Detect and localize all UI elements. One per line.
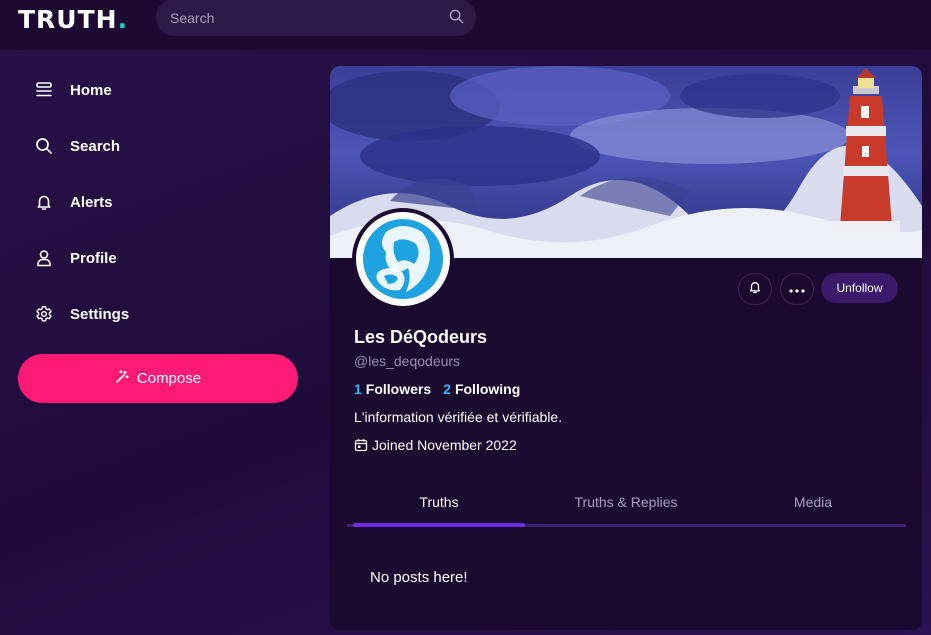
sidebar-item-label: Profile	[70, 249, 117, 267]
sidebar-item-search[interactable]: Search	[34, 134, 120, 158]
bell-icon	[748, 280, 762, 299]
followers-label: Followers	[365, 381, 432, 397]
tab-label: Truths	[419, 494, 459, 510]
unfollow-button[interactable]: Unfollow	[821, 273, 898, 303]
user-icon	[34, 248, 54, 268]
sidebar-item-label: Home	[70, 81, 112, 99]
sidebar-item-home[interactable]: Home	[34, 78, 112, 102]
top-bar: TRUTH.	[0, 0, 931, 50]
tab-truths[interactable]: Truths	[353, 479, 525, 525]
tab-active-indicator	[353, 523, 525, 527]
tab-media[interactable]: Media	[727, 479, 899, 525]
compose-button[interactable]: Compose	[18, 354, 298, 403]
logo-text: TRUTH	[18, 5, 118, 34]
followers-count: 1	[354, 381, 362, 397]
compose-icon	[115, 370, 129, 387]
joined-text: Joined November 2022	[372, 437, 517, 453]
tab-label: Media	[793, 494, 833, 510]
joined-date: Joined November 2022	[354, 437, 517, 453]
profile-bio: L'information vérifiée et vérifiable.	[354, 409, 563, 425]
profile-display-name: Les DéQodeurs	[354, 327, 488, 347]
compose-label: Compose	[136, 370, 202, 387]
followers-link[interactable]: 1 Followers	[354, 381, 443, 397]
tab-label: Truths & Replies	[574, 494, 678, 510]
follow-stats: 1 Followers 2 Following	[354, 381, 532, 397]
gear-icon	[34, 304, 54, 324]
calendar-icon	[354, 438, 368, 452]
logo-dot: .	[117, 5, 129, 34]
truth-logo[interactable]: TRUTH.	[18, 5, 128, 34]
empty-feed-message: No posts here!	[370, 569, 468, 586]
search-icon	[34, 136, 54, 156]
following-link[interactable]: 2 Following	[443, 381, 532, 397]
search-icon[interactable]	[449, 9, 464, 29]
bell-icon	[34, 192, 54, 212]
sidebar-item-alerts[interactable]: Alerts	[34, 190, 113, 214]
search-box	[156, 0, 476, 36]
sidebar-item-label: Settings	[70, 305, 130, 323]
more-options-button[interactable]	[780, 273, 814, 305]
profile-tabs: Truths Truths & Replies Media	[347, 479, 906, 527]
sidebar-item-settings[interactable]: Settings	[34, 302, 129, 326]
home-icon	[34, 80, 54, 100]
tab-truths-replies[interactable]: Truths & Replies	[533, 479, 719, 525]
sidebar-item-label: Alerts	[70, 193, 113, 211]
profile-avatar[interactable]	[352, 208, 454, 310]
sidebar-item-profile[interactable]: Profile	[34, 246, 117, 270]
following-label: Following	[454, 381, 521, 397]
profile-handle: @les_deqodeurs	[354, 353, 461, 369]
profile-panel: Unfollow Les DéQodeurs @les_deqodeurs 1 …	[330, 66, 922, 630]
sidebar-item-label: Search	[70, 137, 121, 155]
more-dots-icon	[789, 280, 805, 298]
notify-button[interactable]	[738, 273, 772, 305]
following-count: 2	[443, 381, 451, 397]
search-input[interactable]	[156, 0, 436, 36]
